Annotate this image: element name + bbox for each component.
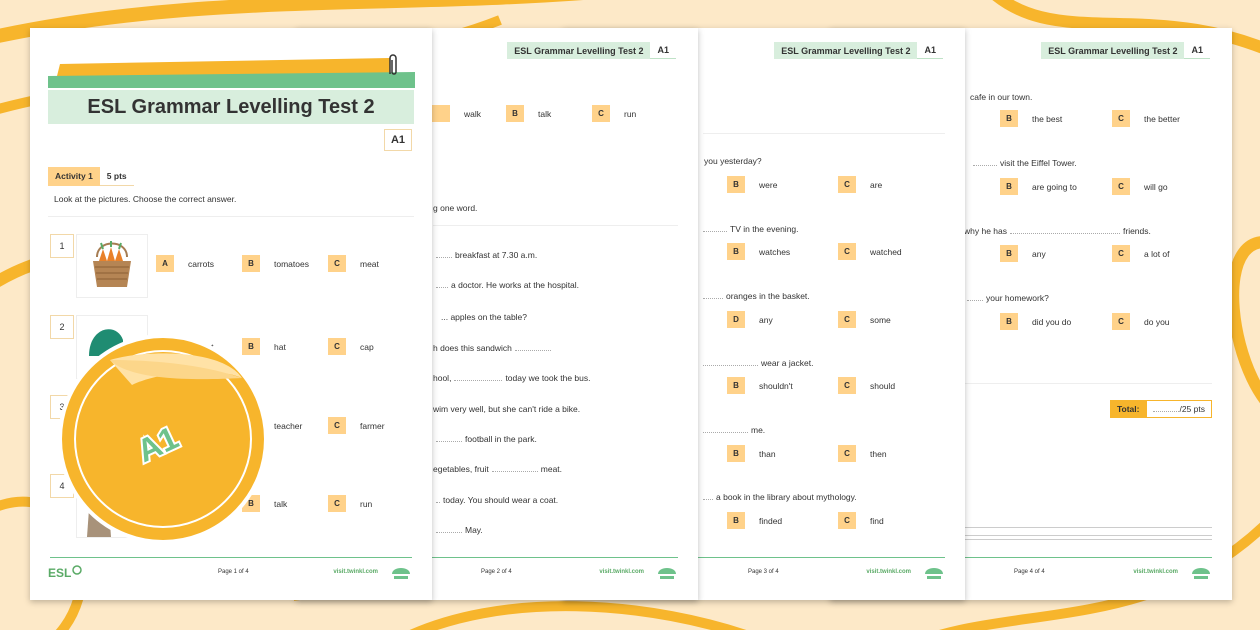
- page-header: ESL Grammar Levelling Test 2 A1: [774, 42, 943, 59]
- option-c[interactable]: Cfind: [838, 512, 884, 529]
- sentence-line: wim very well, but she can't ride a bike…: [433, 404, 581, 414]
- page-header: ESL Grammar Levelling Test 2 A1: [1041, 42, 1210, 59]
- option-b[interactable]: Bare going to: [1000, 178, 1077, 195]
- header-title: ESL Grammar Levelling Test 2: [774, 42, 918, 59]
- option-c[interactable]: Cshould: [838, 377, 895, 394]
- question-stem: TV in the evening.: [700, 224, 799, 234]
- question-stem: oranges in the basket.: [700, 291, 810, 301]
- page-number: Page 1 of 4: [218, 569, 249, 575]
- sentence-line: egetables, fruit meat.: [433, 464, 563, 474]
- instruction: Look at the pictures. Choose the correct…: [54, 194, 237, 204]
- sentence-line: May.: [433, 525, 483, 535]
- option-b[interactable]: Bshouldn't: [727, 377, 793, 394]
- question-stem: your homework?: [964, 293, 1049, 303]
- question-stem: wear a jacket.: [700, 358, 813, 368]
- sentence-line: football in the park.: [433, 434, 537, 444]
- divider: [703, 133, 945, 134]
- total-box: Total: /25 pts: [1109, 400, 1212, 418]
- fine-print: [950, 525, 1212, 545]
- carrot-basket-icon: [93, 241, 131, 287]
- option-b[interactable]: Bthan: [727, 445, 776, 462]
- activity-header: Activity 1 5 pts: [48, 167, 134, 186]
- page-number: Page 3 of 4: [748, 569, 779, 575]
- total-label: Total:: [1109, 400, 1147, 418]
- question-stem: visit the Eiffel Tower.: [970, 158, 1077, 168]
- globe-icon: [72, 565, 83, 575]
- question-stem: cafe in our town.: [970, 92, 1033, 102]
- sentence-line: ... apples on the table?: [441, 312, 528, 322]
- header-level: A1: [650, 42, 676, 59]
- option-c[interactable]: Cthen: [838, 445, 887, 462]
- option-d[interactable]: Dany: [727, 311, 773, 328]
- option-c[interactable]: Cwatched: [838, 243, 902, 260]
- option-c[interactable]: Cmeat: [328, 255, 379, 272]
- footer-line: [50, 557, 412, 558]
- header-ribbon: [48, 58, 415, 88]
- option-c[interactable]: Cthe better: [1112, 110, 1180, 127]
- option-b[interactable]: Bdid you do: [1000, 313, 1071, 330]
- header-title: ESL Grammar Levelling Test 2: [507, 42, 651, 59]
- header-level: A1: [917, 42, 943, 59]
- option-b[interactable]: Bfinded: [727, 512, 782, 529]
- paperclip-icon: [389, 54, 397, 75]
- total-field[interactable]: /25 pts: [1146, 400, 1212, 418]
- divider: [433, 225, 678, 226]
- site-link[interactable]: visit.twinkl.com: [599, 569, 644, 575]
- option-b[interactable]: Bwere: [727, 176, 777, 193]
- site-link[interactable]: visit.twinkl.com: [333, 569, 378, 575]
- page-number: Page 4 of 4: [1014, 569, 1045, 575]
- esl-logo: ESL: [48, 565, 83, 580]
- sentence-line: today. You should wear a coat.: [433, 495, 558, 505]
- level-box: A1: [384, 129, 412, 151]
- page-number: Page 2 of 4: [481, 569, 512, 575]
- option-b[interactable]: Bthe best: [1000, 110, 1062, 127]
- option-c[interactable]: Crun: [328, 495, 372, 512]
- twinkl-logo-icon: [925, 568, 943, 579]
- divider: [950, 383, 1212, 384]
- option-a[interactable]: walk: [432, 105, 481, 122]
- option-c[interactable]: Cfarmer: [328, 417, 385, 434]
- page-header: ESL Grammar Levelling Test 2 A1: [507, 42, 676, 59]
- sentence-line: breakfast at 7.30 a.m.: [433, 250, 537, 260]
- activity-label: Activity 1: [48, 167, 100, 186]
- question-stem: why he has friends.: [964, 226, 1151, 236]
- option-c[interactable]: Cwill go: [1112, 178, 1168, 195]
- question-stem: a book in the library about mythology.: [700, 492, 857, 502]
- header-level: A1: [1184, 42, 1210, 59]
- header-title: ESL Grammar Levelling Test 2: [1041, 42, 1185, 59]
- twinkl-logo-icon: [1192, 568, 1210, 579]
- question-number: 1: [50, 234, 74, 258]
- option-c[interactable]: Ccap: [328, 338, 374, 355]
- option-c[interactable]: Csome: [838, 311, 891, 328]
- activity-points: 5 pts: [99, 167, 134, 186]
- twinkl-logo-icon: [658, 568, 676, 579]
- option-a[interactable]: Acarrots: [156, 255, 214, 272]
- basket-image: [76, 234, 148, 298]
- option-c[interactable]: Ca lot of: [1112, 245, 1170, 262]
- option-b[interactable]: Btalk: [506, 105, 551, 122]
- instruction-fragment: g one word.: [433, 203, 478, 213]
- option-c[interactable]: Crun: [592, 105, 636, 122]
- option-b[interactable]: Btomatoes: [242, 255, 309, 272]
- option-b[interactable]: Bany: [1000, 245, 1046, 262]
- sentence-line: a doctor. He works at the hospital.: [433, 280, 579, 290]
- option-c[interactable]: Cdo you: [1112, 313, 1170, 330]
- sentence-line: h does this sandwich: [433, 343, 554, 353]
- site-link[interactable]: visit.twinkl.com: [866, 569, 911, 575]
- question-stem: you yesterday?: [704, 156, 762, 166]
- twinkl-logo-icon: [392, 568, 410, 579]
- site-link[interactable]: visit.twinkl.com: [1133, 569, 1178, 575]
- page-title: ESL Grammar Levelling Test 2: [48, 90, 414, 124]
- level-sticker-badge: A1: [58, 334, 268, 544]
- divider: [48, 216, 414, 217]
- sentence-line: hool, today we took the bus.: [433, 373, 591, 383]
- option-c[interactable]: Care: [838, 176, 882, 193]
- option-b[interactable]: Bwatches: [727, 243, 790, 260]
- question-stem: me.: [700, 425, 765, 435]
